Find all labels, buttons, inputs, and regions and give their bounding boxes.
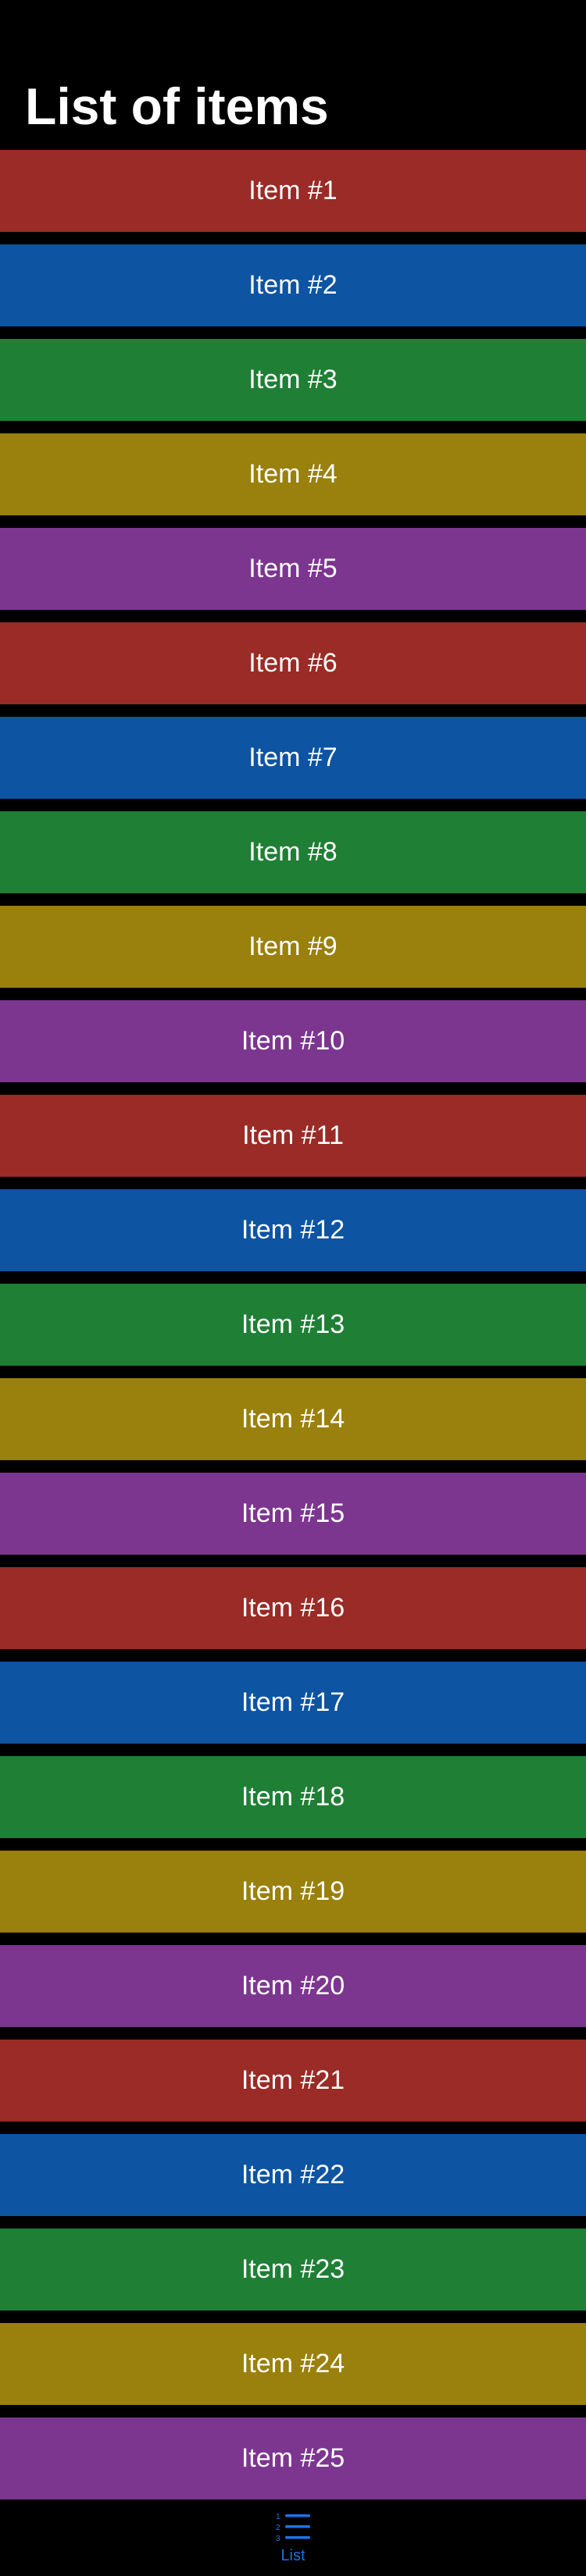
list-item[interactable]: Item #11 bbox=[0, 1095, 586, 1177]
list-item-label: Item #3 bbox=[248, 365, 338, 394]
list-item-label: Item #15 bbox=[241, 1498, 345, 1528]
list-item-label: Item #12 bbox=[241, 1215, 345, 1245]
list-item[interactable]: Item #25 bbox=[0, 2417, 586, 2499]
list-item-label: Item #6 bbox=[248, 648, 338, 678]
tab-bar: 1 2 3 List bbox=[0, 2499, 586, 2576]
list-item[interactable]: Item #21 bbox=[0, 2040, 586, 2122]
list-item[interactable]: Item #15 bbox=[0, 1473, 586, 1555]
list-item[interactable]: Item #4 bbox=[0, 433, 586, 515]
list-item[interactable]: Item #9 bbox=[0, 906, 586, 988]
list-item[interactable]: Item #10 bbox=[0, 1000, 586, 1082]
svg-text:3: 3 bbox=[276, 2535, 280, 2543]
list-item[interactable]: Item #16 bbox=[0, 1567, 586, 1649]
list-item[interactable]: Item #3 bbox=[0, 339, 586, 421]
list-item[interactable]: Item #17 bbox=[0, 1662, 586, 1744]
list-item[interactable]: Item #24 bbox=[0, 2323, 586, 2405]
list-item-label: Item #22 bbox=[241, 2160, 345, 2189]
list-item-label: Item #17 bbox=[241, 1687, 345, 1717]
list-item-label: Item #20 bbox=[241, 1971, 345, 2001]
list-item-label: Item #13 bbox=[241, 1309, 345, 1339]
list-item-label: Item #14 bbox=[241, 1404, 345, 1434]
list-item-label: Item #8 bbox=[248, 837, 338, 867]
list-item-label: Item #4 bbox=[248, 459, 338, 489]
list-item-label: Item #24 bbox=[241, 2349, 345, 2378]
numbered-list-icon: 1 2 3 bbox=[276, 2513, 310, 2543]
list-item[interactable]: Item #18 bbox=[0, 1756, 586, 1838]
list-item[interactable]: Item #22 bbox=[0, 2134, 586, 2216]
list-item-label: Item #9 bbox=[248, 932, 338, 961]
list-item-label: Item #25 bbox=[241, 2443, 345, 2473]
list-item[interactable]: Item #5 bbox=[0, 528, 586, 610]
list-item-label: Item #23 bbox=[241, 2254, 345, 2284]
list-item-label: Item #11 bbox=[242, 1121, 344, 1150]
list-item-label: Item #2 bbox=[248, 270, 338, 300]
list-item-label: Item #7 bbox=[248, 743, 338, 772]
list-item[interactable]: Item #2 bbox=[0, 244, 586, 326]
list-item[interactable]: Item #13 bbox=[0, 1284, 586, 1366]
list-item[interactable]: Item #20 bbox=[0, 1945, 586, 2027]
tab-list[interactable]: 1 2 3 List bbox=[274, 2499, 312, 2576]
list-item[interactable]: Item #6 bbox=[0, 622, 586, 704]
list-item[interactable]: Item #19 bbox=[0, 1851, 586, 1933]
list-item-label: Item #21 bbox=[241, 2065, 345, 2095]
svg-text:2: 2 bbox=[276, 2524, 280, 2532]
list-item-label: Item #18 bbox=[241, 1782, 345, 1812]
list-item[interactable]: Item #7 bbox=[0, 717, 586, 799]
page-title: List of items bbox=[25, 77, 329, 135]
list-item[interactable]: Item #14 bbox=[0, 1378, 586, 1460]
tab-list-label: List bbox=[280, 2547, 306, 2564]
list-item-label: Item #5 bbox=[248, 554, 338, 583]
list-item[interactable]: Item #1 bbox=[0, 150, 586, 232]
list-item-label: Item #1 bbox=[248, 176, 338, 205]
list-item-label: Item #19 bbox=[241, 1876, 345, 1906]
list-item-label: Item #10 bbox=[241, 1026, 345, 1056]
list-item[interactable]: Item #8 bbox=[0, 811, 586, 893]
list-item[interactable]: Item #12 bbox=[0, 1189, 586, 1271]
list-item-label: Item #16 bbox=[241, 1593, 345, 1623]
svg-text:1: 1 bbox=[276, 2513, 280, 2521]
list-item[interactable]: Item #23 bbox=[0, 2229, 586, 2311]
